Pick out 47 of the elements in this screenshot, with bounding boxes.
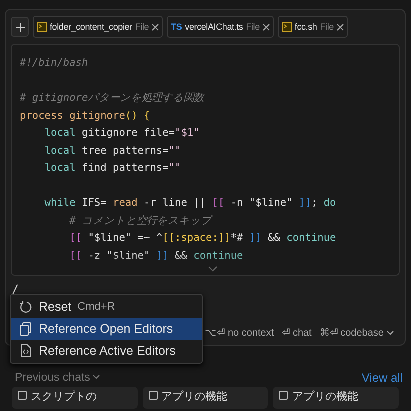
close-icon[interactable] (262, 24, 270, 30)
chat-card[interactable]: アプリの機能 (273, 387, 400, 409)
terminal-icon (282, 22, 292, 32)
file-chip[interactable]: TS vercelAIChat.ts File (167, 16, 274, 38)
file-name: vercelAIChat.ts (185, 22, 244, 32)
file-chip[interactable]: fcc.sh File (278, 16, 348, 38)
plus-icon (16, 22, 24, 32)
file-type: File (246, 22, 260, 32)
code-line: local gitignore_file="$1" (44, 126, 200, 141)
file-chip[interactable]: folder_content_copier File (33, 16, 164, 38)
chat-card[interactable]: アプリの機能 (142, 387, 268, 409)
code-line: process_gitignore() { (20, 108, 150, 124)
chat-title: スクリプトの (31, 390, 97, 404)
code-line: [[ "$line" =~ ^[[:space:]]*# ]] && continue (68, 231, 336, 246)
mode-option[interactable]: ⌘⏎ codebase (320, 327, 394, 339)
chevron-down-icon (93, 375, 100, 380)
terminal-icon (37, 22, 47, 32)
chat-title: アプリの機能 (162, 390, 228, 404)
code-line: # gitignoreパターンを処理する関数 (20, 91, 204, 106)
file-name: folder_content_copier (50, 22, 132, 32)
previous-chats-toggle[interactable]: Previous chats (15, 372, 100, 384)
mode-option[interactable]: ⌥⏎ no context (205, 327, 274, 339)
chat-title: アプリの機能 (292, 390, 358, 404)
code-line: [[ -z "$line" ]] && continue (68, 248, 244, 264)
code-file-icon (19, 344, 33, 358)
chevron-down-icon[interactable] (387, 330, 394, 336)
file-name: fcc.sh (294, 22, 318, 32)
refresh-icon (19, 300, 33, 314)
code-line: while IFS= read -r line || [[ -n "$line" ]]; do (44, 196, 336, 211)
ts-label: TS (171, 22, 182, 32)
code-line: local find_patterns="" (44, 161, 182, 176)
close-icon[interactable] (152, 24, 160, 30)
menu-item[interactable]: Reference Open Editors (11, 318, 202, 340)
file-type: File (135, 22, 150, 32)
copy-icon (19, 322, 33, 336)
chat-card[interactable]: スクリプトの (12, 387, 138, 409)
code-line: #!/bin/bash (20, 56, 88, 71)
view-all-link[interactable]: View all (362, 371, 403, 385)
mode-option[interactable]: ⏎ chat (282, 327, 312, 339)
code-line: # コメントと空行をスキップ (68, 214, 212, 228)
close-icon[interactable] (336, 24, 344, 30)
add-context-button[interactable] (11, 17, 29, 37)
code-line: local tree_patterns="" (44, 144, 182, 158)
chevron-down-icon[interactable] (208, 266, 218, 272)
file-type: File (320, 22, 334, 32)
menu-item[interactable]: Reset Cmd+R (11, 296, 202, 318)
menu-item[interactable]: Reference Active Editors (11, 340, 202, 362)
